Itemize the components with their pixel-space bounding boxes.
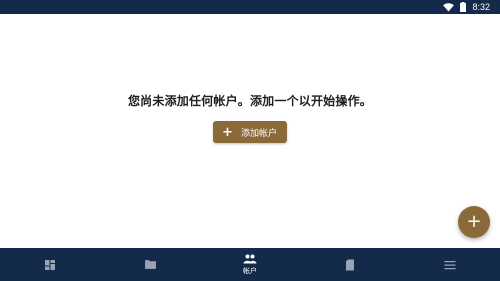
plus-icon: + <box>466 211 482 232</box>
people-icon <box>243 254 257 263</box>
add-account-button[interactable]: + 添加帐户 <box>213 121 287 143</box>
folder-icon <box>144 260 156 269</box>
empty-state-message: 您尚未添加任何帐户。添加一个以开始操作。 <box>127 94 372 108</box>
nav-item-files[interactable] <box>120 248 180 281</box>
status-time: 8:32 <box>472 2 490 12</box>
empty-state: 您尚未添加任何帐户。添加一个以开始操作。 + 添加帐户 <box>0 92 500 143</box>
add-fab-button[interactable]: + <box>458 206 490 238</box>
nav-item-dashboard[interactable] <box>20 248 80 281</box>
nav-item-storage[interactable] <box>320 248 380 281</box>
menu-icon <box>444 260 456 269</box>
wifi-icon <box>443 2 455 12</box>
plus-icon: + <box>222 124 233 140</box>
sd-card-icon <box>346 259 354 270</box>
nav-item-accounts[interactable]: 帐户 <box>220 248 280 281</box>
bottom-nav: 帐户 <box>0 248 500 281</box>
nav-item-menu[interactable] <box>420 248 480 281</box>
add-account-button-label: 添加帐户 <box>240 128 277 139</box>
battery-icon <box>460 2 467 12</box>
status-bar: 8:32 <box>0 0 500 14</box>
nav-item-accounts-label: 帐户 <box>243 266 257 275</box>
dashboard-icon <box>45 259 55 270</box>
